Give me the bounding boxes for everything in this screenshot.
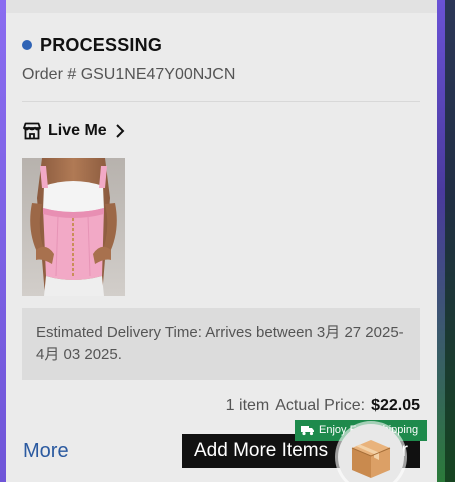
price-summary: 1 item Actual Price: $22.05 [226, 397, 420, 415]
store-icon [23, 122, 41, 140]
package-box-icon [351, 440, 391, 478]
product-thumbnail [22, 158, 125, 296]
more-button[interactable]: More [23, 440, 69, 463]
status-dot [22, 40, 32, 50]
chevron-right-icon [115, 124, 125, 138]
price-amount: $22.05 [371, 397, 420, 414]
order-card[interactable]: PROCESSING Order # GSU1NE47Y00NJCN Live … [6, 0, 437, 482]
order-status: PROCESSING [22, 34, 162, 56]
package-floating-button[interactable] [338, 424, 404, 482]
store-name: Live Me [48, 122, 107, 139]
product-image[interactable] [22, 158, 125, 296]
order-number: Order # GSU1NE47Y00NJCN [22, 66, 236, 83]
price-label: Actual Price: [275, 397, 366, 414]
item-count: 1 item [225, 397, 270, 414]
truck-icon [301, 426, 314, 436]
divider [22, 101, 420, 102]
store-link[interactable]: Live Me [22, 120, 125, 142]
card-top-band [6, 0, 437, 13]
status-label: PROCESSING [40, 34, 163, 55]
add-more-items-label: Add More Items [194, 440, 329, 461]
estimated-delivery: Estimated Delivery Time: Arrives between… [22, 308, 420, 380]
right-edge-shadow [445, 0, 455, 482]
